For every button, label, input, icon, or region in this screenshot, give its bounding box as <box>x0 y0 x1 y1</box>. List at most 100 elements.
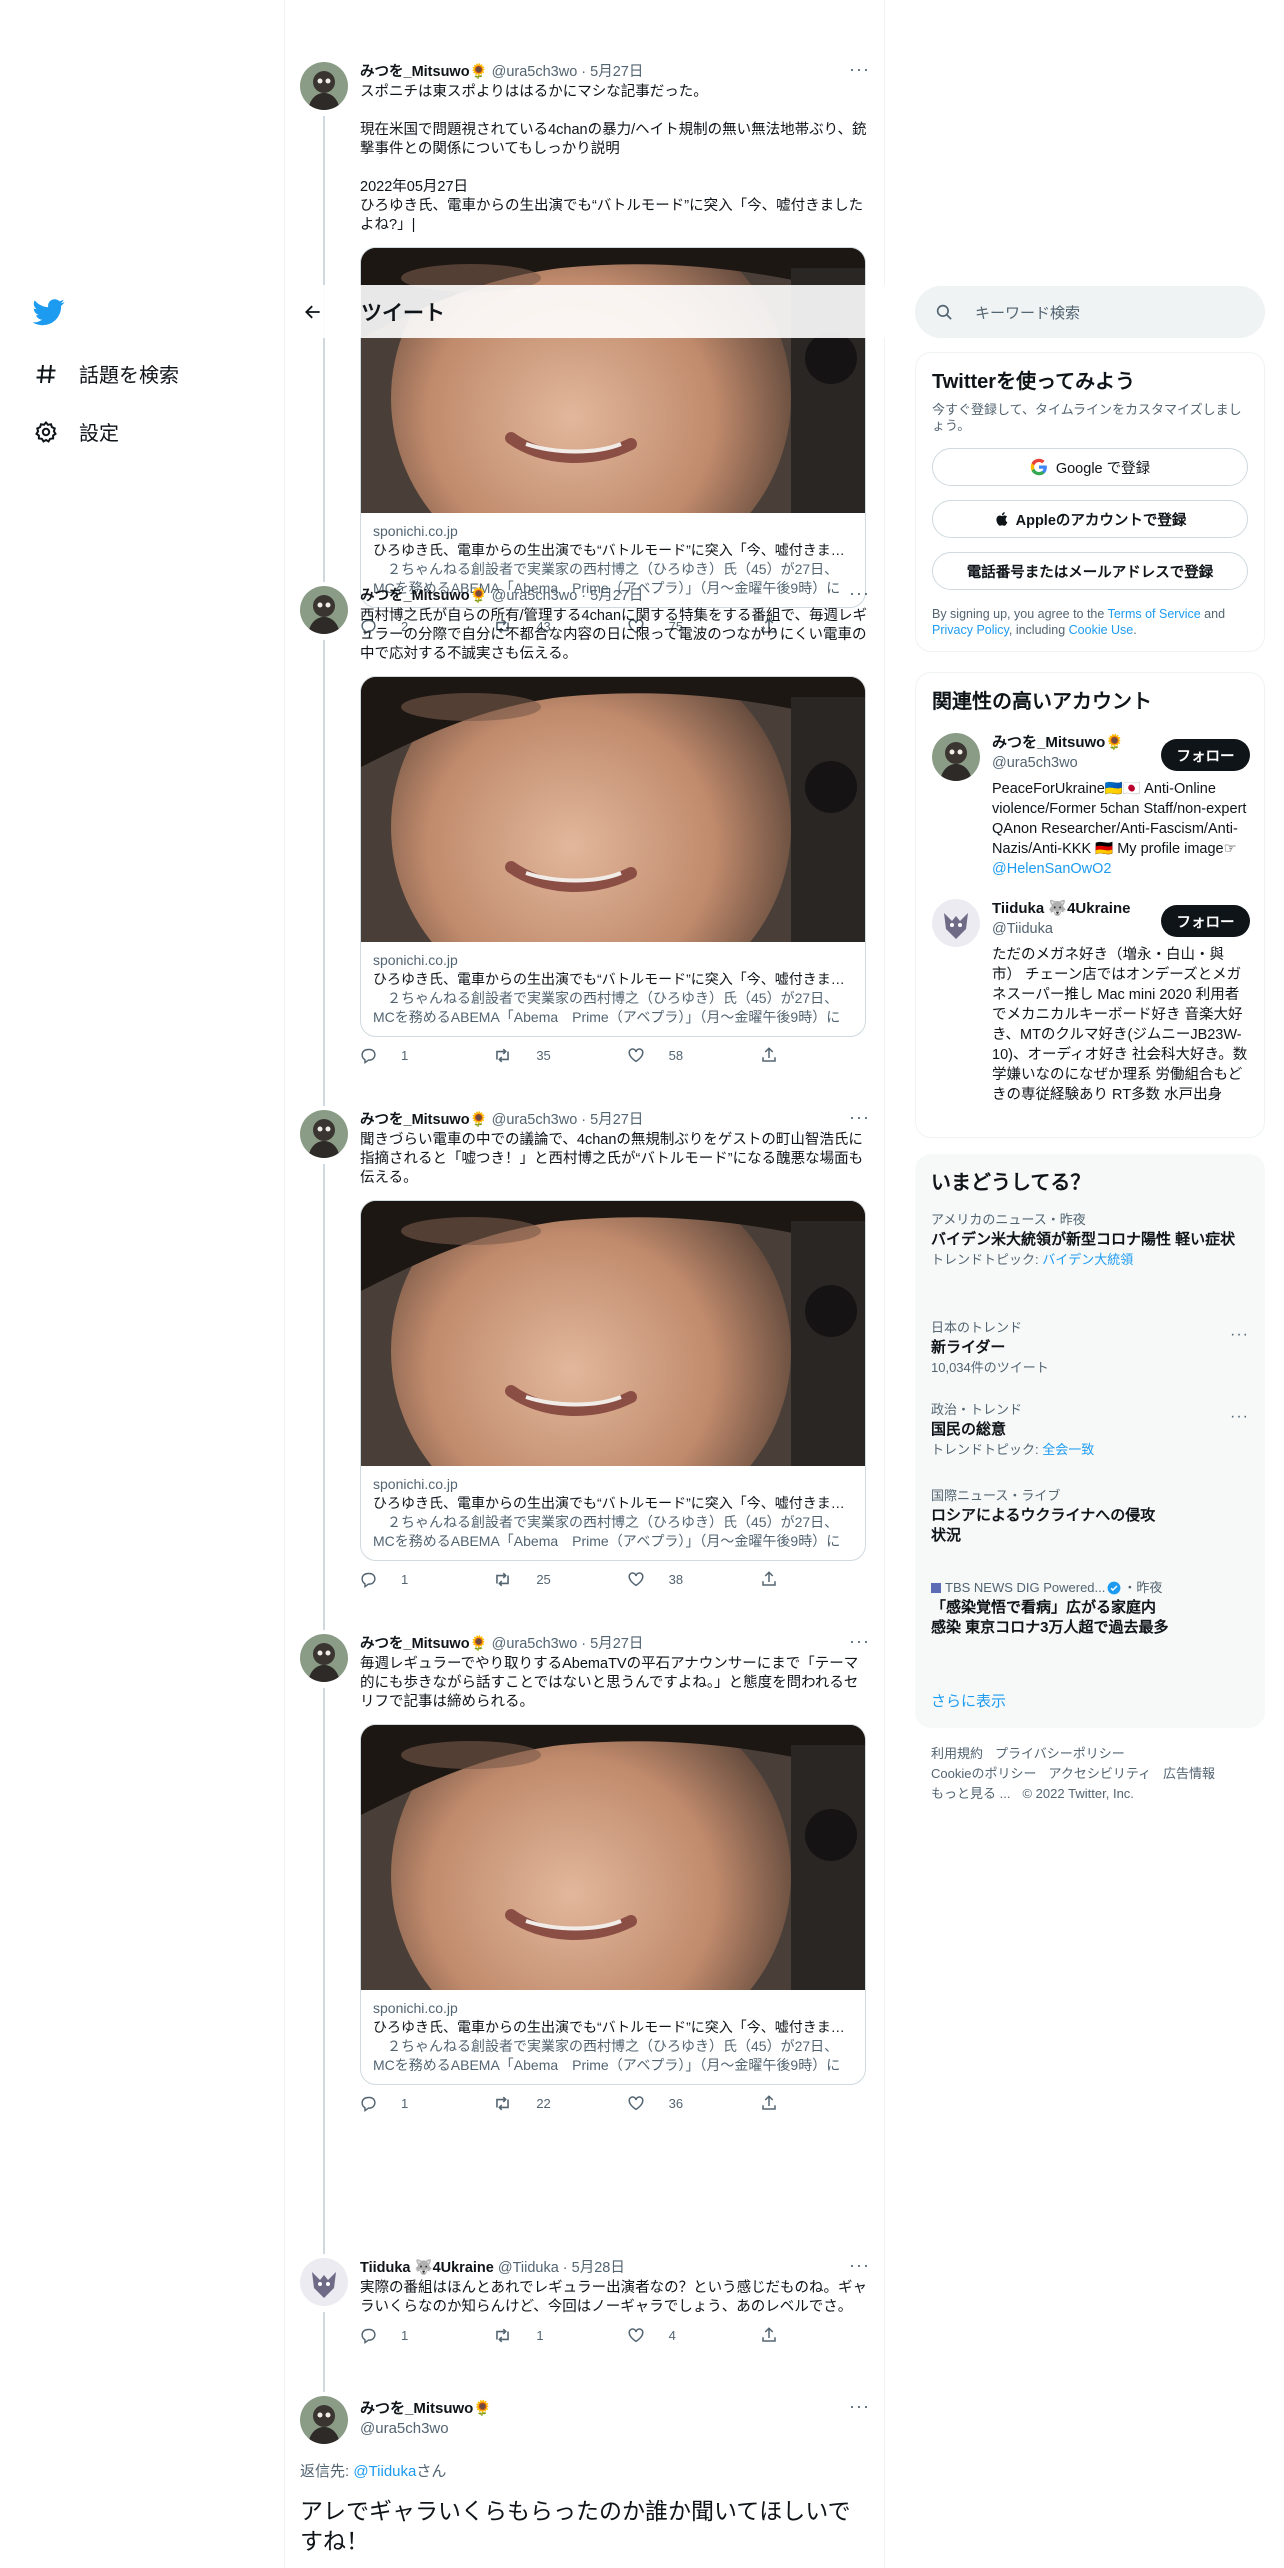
share-icon <box>760 2094 790 2112</box>
more-icon[interactable]: ··· <box>849 2256 870 2274</box>
avatar[interactable] <box>932 733 980 781</box>
author-name[interactable]: みつを_Mitsuwo🌻 <box>360 586 488 606</box>
more-icon[interactable]: ··· <box>849 2396 870 2417</box>
more-icon[interactable]: ··· <box>849 60 870 78</box>
more-icon[interactable]: ··· <box>849 1632 870 1650</box>
show-more-link[interactable]: さらに表示 <box>931 1690 1006 1711</box>
reply-to-link[interactable]: @Tiiduka <box>353 2463 416 2480</box>
follow-button[interactable]: フォロー <box>1161 905 1250 937</box>
author-name[interactable]: みつを_Mitsuwo🌻 <box>360 1110 488 1130</box>
tweet-meta[interactable]: @ura5ch3wo · 5月27日 <box>492 62 644 82</box>
follow-button[interactable]: フォロー <box>1161 739 1250 771</box>
reply-button[interactable]: 1 <box>360 1571 460 1588</box>
author-handle[interactable]: @ura5ch3wo <box>360 2419 860 2439</box>
share-button[interactable] <box>760 2094 790 2112</box>
more-icon[interactable]: ··· <box>849 1108 870 1126</box>
account-name[interactable]: みつを_Mitsuwo🌻 <box>992 733 1152 753</box>
footer-link[interactable]: アクセシビリティ <box>1048 1766 1151 1781</box>
like-button[interactable]: 36 <box>627 2094 727 2112</box>
trend-item[interactable]: 日本のトレンド 新ライダー 10,034件のツイート ··· <box>915 1320 1265 1376</box>
legal-prefix: By signing up, you agree to the <box>932 607 1108 621</box>
hashtag-icon <box>33 361 59 387</box>
bio-link[interactable]: @HelenSanOwO2 <box>992 861 1112 877</box>
google-signup-button[interactable]: Google で登録 <box>932 448 1248 486</box>
google-icon <box>1030 458 1048 476</box>
retweet-button[interactable]: 22 <box>493 2094 593 2113</box>
cookie-link[interactable]: Cookie Use <box>1069 623 1134 637</box>
avatar[interactable] <box>300 586 348 634</box>
trend-topic-link[interactable]: バイデン大統領 <box>1042 1252 1133 1267</box>
trend-item[interactable]: 政治・トレンド 国民の総意 トレンドトピック: 全会一致 ··· <box>915 1402 1265 1458</box>
share-button[interactable] <box>760 2326 790 2344</box>
account-handle[interactable]: @Tiiduka <box>992 919 1152 939</box>
like-button[interactable]: 4 <box>627 2326 727 2344</box>
trend-subtitle: トレンドトピック: バイデン大統領 <box>931 1252 1249 1268</box>
tweet-meta[interactable]: @ura5ch3wo · 5月27日 <box>492 1110 644 1130</box>
tweet-actions: 1 1 4 <box>360 2325 790 2345</box>
nav-explore[interactable]: 話題を検索 <box>33 359 179 388</box>
trend-item[interactable]: TBS NEWS DIG Powered... ・昨夜 「感染覚悟で看病」広がる… <box>915 1580 1185 1638</box>
twitter-logo-icon[interactable] <box>32 296 65 328</box>
link-card[interactable]: sponichi.co.jp ひろゆき氏、電車からの生出演でも“バトルモード”に突… <box>360 1724 866 2085</box>
footer-link[interactable]: 利用規約 <box>931 1746 983 1761</box>
trend-item[interactable]: アメリカのニュース・昨夜 バイデン米大統領が新型コロナ陽性 軽い症状 トレンドト… <box>915 1212 1265 1268</box>
footer-link[interactable]: Cookieのポリシー <box>931 1766 1036 1781</box>
share-icon <box>760 1570 790 1588</box>
tweet-meta[interactable]: @ura5ch3wo · 5月27日 <box>492 1634 644 1654</box>
author-name[interactable]: みつを_Mitsuwo🌻 <box>360 62 488 82</box>
card-title: ひろゆき氏、電車からの生出演でも“バトルモード”に突入「今、嘘付きましたよね?」 <box>373 1495 853 1511</box>
like-button[interactable]: 58 <box>627 1046 727 1064</box>
reply-button[interactable]: 1 <box>360 1047 460 1064</box>
verified-badge-icon <box>1107 1581 1121 1595</box>
phone-signup-button[interactable]: 電話番号またはメールアドレスで登録 <box>932 552 1248 590</box>
link-card[interactable]: sponichi.co.jp ひろゆき氏、電車からの生出演でも“バトルモード”に突… <box>360 676 866 1037</box>
legal-including: , including <box>1008 623 1069 637</box>
share-button[interactable] <box>760 1046 790 1064</box>
privacy-link[interactable]: Privacy Policy <box>932 623 1009 637</box>
footer-link[interactable]: もっと見る ... <box>931 1786 1010 1801</box>
author-name[interactable]: みつを_Mitsuwo🌻 <box>360 2399 860 2419</box>
footer-link[interactable]: 広告情報 <box>1163 1766 1215 1781</box>
trends-panel: いまどうしてる？ アメリカのニュース・昨夜 バイデン米大統領が新型コロナ陽性 軽… <box>915 1154 1265 1728</box>
trend-title: ロシアによるウクライナへの侵攻状況 <box>931 1507 1156 1544</box>
reply-icon <box>360 2095 389 2112</box>
tweet-meta[interactable]: @Tiiduka · 5月28日 <box>498 2258 625 2278</box>
more-icon[interactable]: ··· <box>1230 1408 1249 1426</box>
author-name[interactable]: みつを_Mitsuwo🌻 <box>360 1634 488 1654</box>
apple-signup-button[interactable]: Appleのアカウントで登録 <box>932 500 1248 538</box>
tweet-text: 毎週レギュラーでやり取りするAbemaTVの平石アナウンサーにまで「テーマ的にも… <box>360 1656 859 1710</box>
account-handle[interactable]: @ura5ch3wo <box>992 753 1152 773</box>
trend-topic-link[interactable]: 全会一致 <box>1042 1442 1094 1457</box>
retweet-button[interactable]: 35 <box>493 1046 593 1065</box>
more-icon[interactable]: ··· <box>849 584 870 602</box>
card-image <box>361 1201 865 1466</box>
search-input[interactable]: キーワード検索 <box>915 286 1265 338</box>
author-name[interactable]: Tiiduka 🐺4Ukraine <box>360 2258 494 2278</box>
avatar[interactable] <box>300 2258 348 2306</box>
avatar[interactable] <box>300 1634 348 1682</box>
more-icon[interactable]: ··· <box>1230 1326 1249 1344</box>
nav-settings-label: 設定 <box>79 423 119 445</box>
retweet-button[interactable]: 25 <box>493 1570 593 1589</box>
footer-link[interactable]: プライバシーポリシー <box>995 1746 1125 1761</box>
trend-item[interactable]: 国際ニュース・ライブ ロシアによるウクライナへの侵攻状況 <box>915 1488 1185 1546</box>
avatar[interactable] <box>300 1110 348 1158</box>
avatar[interactable] <box>300 2396 348 2444</box>
terms-link[interactable]: Terms of Service <box>1108 607 1201 621</box>
trend-category: 国際ニュース・ライブ <box>931 1488 1061 1503</box>
nav-settings[interactable]: 設定 <box>33 417 119 446</box>
heart-icon <box>627 2326 657 2344</box>
back-arrow-icon[interactable] <box>301 300 325 324</box>
avatar[interactable] <box>932 899 980 947</box>
reply-button[interactable]: 1 <box>360 2095 460 2112</box>
retweet-button[interactable]: 1 <box>493 2326 593 2345</box>
tweet-meta[interactable]: @ura5ch3wo · 5月27日 <box>492 586 644 606</box>
link-card[interactable]: sponichi.co.jp ひろゆき氏、電車からの生出演でも“バトルモード”に突… <box>360 1200 866 1561</box>
gear-icon <box>33 419 59 445</box>
account-name[interactable]: Tiiduka 🐺4Ukraine <box>992 899 1152 919</box>
reply-button[interactable]: 1 <box>360 2327 460 2344</box>
avatar[interactable] <box>300 62 348 110</box>
share-button[interactable] <box>760 1570 790 1588</box>
retweet-icon <box>493 2326 524 2345</box>
like-button[interactable]: 38 <box>627 1570 727 1588</box>
